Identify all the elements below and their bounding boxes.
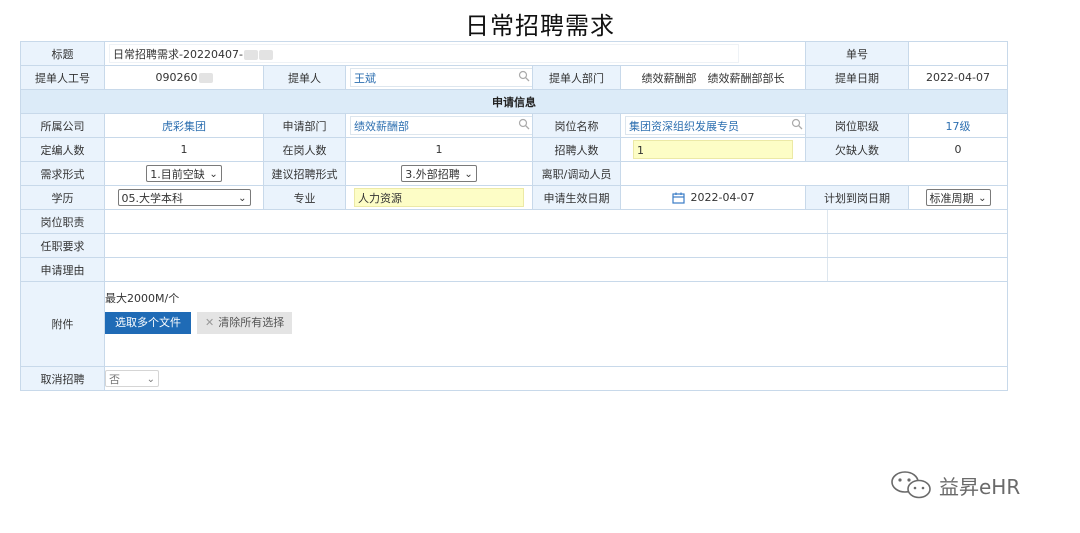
row-submitter: 提单人工号 090260 提单人 王斌 提单人部门 绩效薪酬部 绩效薪酬部部长 …: [20, 65, 1009, 90]
position-input[interactable]: 集团资深组织发展专员: [625, 116, 805, 135]
requirement-textarea[interactable]: [106, 234, 828, 257]
search-icon[interactable]: [791, 118, 803, 130]
cancel-label: 取消招聘: [20, 366, 105, 391]
cancel-select[interactable]: 否 ⌄: [105, 370, 159, 387]
row-reason: 申请理由: [20, 257, 1009, 282]
apply-dept-label: 申请部门: [263, 113, 346, 138]
reason-label: 申请理由: [20, 257, 105, 282]
quota-label: 定编人数: [20, 137, 105, 162]
title-label: 标题: [20, 41, 105, 66]
wechat-icon: [891, 471, 931, 499]
order-no-value: [908, 41, 1009, 66]
emp-id-label: 提单人工号: [20, 65, 105, 90]
effective-date-field[interactable]: 2022-04-07: [619, 185, 807, 210]
recruitment-form: 标题 日常招聘需求-20220407- 单号 提单人工号 090260 提单人 …: [19, 41, 1009, 391]
chevron-down-icon: ⌄: [464, 169, 473, 180]
order-no-label: 单号: [805, 41, 910, 66]
leaver-label: 离职/调动人员: [532, 161, 621, 186]
close-icon: ✕: [205, 316, 215, 329]
title-field[interactable]: 日常招聘需求-20220407-: [103, 41, 807, 66]
row-attachment: 附件 最大2000M/个 选取多个文件 ✕ 清除所有选择: [20, 281, 1009, 367]
clear-selection-button[interactable]: ✕ 清除所有选择: [197, 312, 293, 334]
duty-textarea[interactable]: [106, 210, 828, 233]
level-value: 17级: [908, 113, 1009, 138]
row-cancel: 取消招聘 否 ⌄: [20, 366, 1009, 391]
recruit-form-select[interactable]: 3.外部招聘 ⌄: [401, 165, 477, 182]
search-icon[interactable]: [518, 70, 530, 82]
search-icon[interactable]: [518, 118, 530, 130]
chevron-down-icon: ⌄: [238, 193, 247, 204]
major-label: 专业: [263, 185, 346, 210]
chevron-down-icon: ⌄: [978, 193, 987, 204]
position-label: 岗位名称: [532, 113, 621, 138]
row-company: 所属公司 虎彩集团 申请部门 绩效薪酬部 岗位名称 集团资深组织发展专员 岗位职…: [20, 113, 1009, 138]
emp-id-value: 090260: [104, 65, 264, 90]
edu-label: 学历: [20, 185, 105, 210]
level-label: 岗位职级: [805, 113, 910, 138]
row-duty: 岗位职责: [20, 209, 1009, 234]
attachment-limit: 最大2000M/个: [105, 292, 180, 305]
onjob-label: 在岗人数: [263, 137, 346, 162]
apply-dept-input[interactable]: 绩效薪酬部: [350, 116, 532, 135]
page-title: 日常招聘需求: [465, 12, 615, 40]
submitter-dept-label: 提单人部门: [532, 65, 621, 90]
row-section: 申请信息: [19, 89, 1009, 114]
row-title: 标题 日常招聘需求-20220407- 单号: [20, 41, 1009, 66]
submit-date-label: 提单日期: [805, 65, 910, 90]
chevron-down-icon: ⌄: [146, 374, 155, 385]
chevron-down-icon: ⌄: [209, 169, 218, 180]
calendar-icon[interactable]: [671, 192, 685, 204]
short-label: 欠缺人数: [805, 137, 910, 162]
company-label: 所属公司: [20, 113, 105, 138]
demand-label: 需求形式: [20, 161, 105, 186]
submitter-input[interactable]: 王斌: [350, 68, 532, 87]
reason-textarea[interactable]: [106, 258, 828, 281]
onjob-value: 1: [345, 137, 533, 162]
plan-date-label: 计划到岗日期: [805, 185, 910, 210]
company-value: 虎彩集团: [104, 113, 264, 138]
leaver-value[interactable]: [619, 161, 1009, 186]
attachment-label: 附件: [20, 281, 105, 367]
effective-date-label: 申请生效日期: [532, 185, 621, 210]
row-demand: 需求形式 1.目前空缺 ⌄ 建议招聘形式 3.外部招聘 ⌄ 离职/调动人员: [20, 161, 1009, 186]
recruit-form-label: 建议招聘形式: [263, 161, 346, 186]
select-files-button[interactable]: 选取多个文件: [105, 312, 191, 334]
edu-select[interactable]: 05.大学本科 ⌄: [117, 189, 251, 206]
requirement-label: 任职要求: [20, 233, 105, 258]
hire-count-input[interactable]: 1: [633, 140, 793, 159]
demand-select[interactable]: 1.目前空缺 ⌄: [146, 165, 222, 182]
row-requirement: 任职要求: [20, 233, 1009, 258]
submit-date-value: 2022-04-07: [908, 65, 1009, 90]
submitter-dept-value: 绩效薪酬部 绩效薪酬部部长: [619, 65, 807, 90]
quota-value: 1: [104, 137, 264, 162]
watermark: 益昇eHR: [889, 470, 1020, 500]
duty-label: 岗位职责: [20, 209, 105, 234]
section-header: 申请信息: [19, 89, 1009, 114]
row-education: 学历 05.大学本科 ⌄ 专业 人力资源 申请生效日期 2022-04-07 计划…: [20, 185, 1009, 210]
hire-count-label: 招聘人数: [532, 137, 621, 162]
submitter-label: 提单人: [263, 65, 346, 90]
title-input[interactable]: 日常招聘需求-20220407-: [109, 44, 739, 63]
plan-date-select[interactable]: 标准周期 ⌄: [925, 189, 991, 206]
major-input[interactable]: 人力资源: [354, 188, 524, 207]
row-headcount: 定编人数 1 在岗人数 1 招聘人数 1 欠缺人数 0: [20, 137, 1009, 162]
short-value: 0: [908, 137, 1009, 162]
